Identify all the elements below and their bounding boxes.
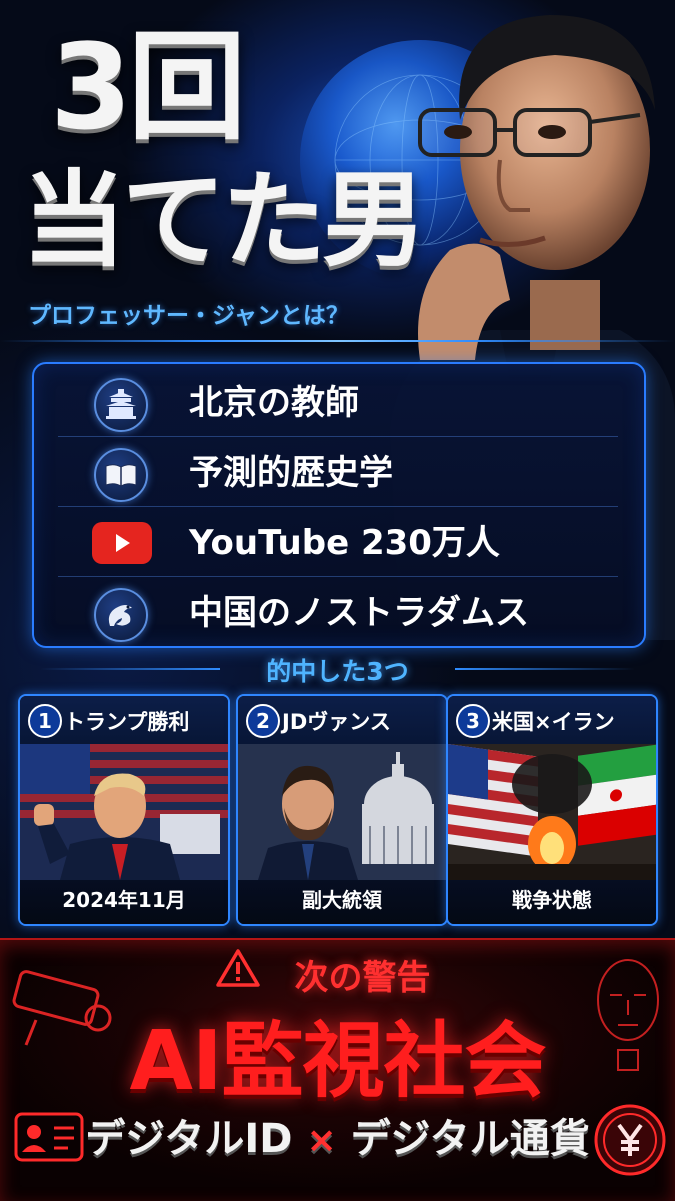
digital-line: デジタルID × デジタル通貨: [0, 1106, 675, 1164]
divider-line: [0, 340, 675, 342]
profile-row: 北京の教師: [34, 368, 644, 438]
profile-label: 北京の教師: [189, 383, 359, 423]
us-iran-image: [448, 744, 656, 880]
profile-row: YouTube 230万人: [34, 508, 644, 578]
hits-title: 的中した3つ: [266, 657, 409, 686]
digital-currency-text: デジタル通貨: [350, 1116, 590, 1162]
profile-label: 予測的歴史学: [189, 453, 393, 493]
warning-label-row: 次の警告: [0, 950, 675, 999]
yen-coin-icon: [594, 1104, 666, 1176]
hit-card-1: 1 トランプ勝利 2024年11月: [18, 694, 230, 926]
card-number: 1: [28, 704, 62, 738]
dragon-icon: [94, 588, 148, 642]
profile-panel: 北京の教師 予測的歴史学 YouTube 230万人 中国のノストラダムス: [32, 362, 646, 648]
trump-image: [20, 744, 228, 880]
headline-line1: 3回: [50, 18, 246, 156]
profile-row: 予測的歴史学: [34, 438, 644, 508]
card-header: 1 トランプ勝利: [20, 696, 228, 744]
card-number: 3: [456, 704, 490, 738]
row-divider: [58, 506, 618, 507]
card-header: 2 JDヴァンス: [238, 696, 446, 744]
row-divider: [58, 436, 618, 437]
times-sign: ×: [306, 1120, 337, 1161]
card-title: 米国×イラン: [492, 710, 615, 734]
temple-icon: [94, 378, 148, 432]
card-caption: 副大統領: [238, 880, 446, 924]
youtube-icon: [92, 522, 152, 564]
card-caption: 戦争状態: [448, 880, 656, 924]
profile-label: 中国のノストラダムス: [189, 593, 529, 633]
vance-image: [238, 744, 446, 880]
digital-id-text: デジタルID: [85, 1116, 293, 1162]
profile-label: YouTube 230万人: [189, 523, 500, 563]
card-caption: 2024年11月: [20, 880, 228, 924]
warning-label: 次の警告: [294, 958, 431, 998]
card-title: トランプ勝利: [64, 710, 190, 734]
card-title: JDヴァンス: [282, 710, 391, 734]
card-header: 3 米国×イラン: [448, 696, 656, 744]
book-icon: [94, 448, 148, 502]
subtitle: プロフェッサー・ジャンとは？: [28, 303, 349, 329]
ai-surveillance-title: AI監視社会: [129, 1014, 547, 1109]
hit-card-2: 2 JDヴァンス 副大統領: [236, 694, 448, 926]
hit-card-3: 3 米国×イラン 戦争状態: [446, 694, 658, 926]
card-number: 2: [246, 704, 280, 738]
profile-row: 中国のノストラダムス: [34, 578, 644, 648]
row-divider: [58, 576, 618, 577]
headline-line2: 当てた男: [22, 159, 426, 281]
